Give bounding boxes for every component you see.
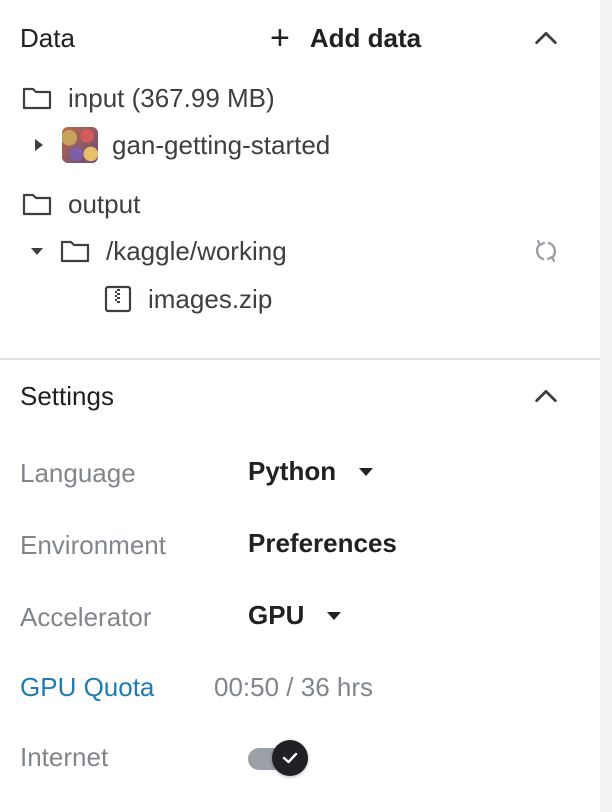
check-icon	[282, 752, 298, 764]
internet-toggle[interactable]	[248, 740, 310, 776]
working-dir-label: /kaggle/working	[106, 235, 287, 266]
folder-icon	[22, 87, 52, 110]
output-folder-row[interactable]: output	[22, 186, 140, 222]
environment-preferences-button[interactable]: Preferences	[248, 528, 397, 559]
add-data-label: Add data	[309, 22, 422, 53]
language-select[interactable]: Python	[248, 456, 374, 487]
environment-label: Environment	[20, 530, 166, 560]
side-panel: Data + Add data input (367.99 MB) gan-ge…	[0, 0, 600, 812]
gpu-quota-link[interactable]: GPU Quota	[20, 672, 154, 703]
refresh-icon[interactable]	[532, 237, 560, 265]
dataset-thumbnail	[62, 127, 98, 163]
toggle-knob	[272, 740, 308, 776]
gpu-quota-value: 00:50 / 36 hrs	[214, 672, 373, 702]
dataset-row[interactable]: gan-getting-started	[32, 127, 330, 163]
dropdown-caret-icon	[359, 467, 374, 476]
input-folder-row[interactable]: input (367.99 MB)	[22, 80, 275, 116]
scrollbar-track[interactable]	[600, 0, 612, 812]
language-label: Language	[20, 458, 136, 488]
accelerator-label: Accelerator	[20, 602, 152, 632]
accelerator-select[interactable]: GPU	[248, 600, 342, 631]
file-row[interactable]: images.zip	[104, 281, 272, 317]
data-section-header: Data + Add data	[20, 18, 600, 58]
dataset-name: gan-getting-started	[112, 129, 331, 160]
section-divider	[0, 358, 600, 360]
add-data-button[interactable]: + Add data	[270, 18, 421, 58]
folder-icon	[22, 193, 52, 216]
settings-section-header: Settings	[20, 376, 600, 416]
data-section-title: Data	[20, 22, 75, 53]
folder-icon	[60, 240, 90, 263]
plus-icon: +	[270, 19, 290, 57]
input-folder-label: input (367.99 MB)	[68, 82, 275, 113]
settings-section-title: Settings	[20, 380, 114, 411]
file-name: images.zip	[148, 283, 273, 314]
dropdown-caret-icon	[327, 611, 342, 620]
environment-value: Preferences	[248, 528, 397, 558]
chevron-up-icon[interactable]	[532, 24, 560, 52]
caret-down-icon[interactable]	[30, 244, 44, 258]
output-folder-label: output	[68, 188, 141, 219]
chevron-up-icon[interactable]	[532, 382, 560, 410]
zip-file-icon	[104, 285, 132, 313]
internet-label: Internet	[20, 742, 109, 772]
caret-right-icon[interactable]	[32, 138, 46, 152]
accelerator-value: GPU	[248, 600, 305, 630]
working-dir-row[interactable]: /kaggle/working	[30, 233, 287, 269]
language-value: Python	[248, 456, 337, 486]
